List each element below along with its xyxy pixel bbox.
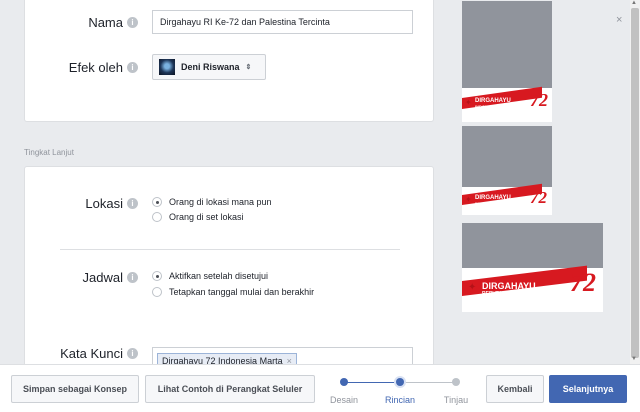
jadwal-label-row: Jadwal i [25, 269, 138, 285]
radio-button[interactable] [152, 212, 162, 222]
kata-kunci-label-row: Kata Kunci i [25, 345, 138, 361]
efek-oleh-selector[interactable]: Deni Riswana ⇕ [152, 54, 266, 80]
step-dot-tinjau[interactable] [452, 378, 460, 386]
info-icon[interactable]: i [127, 16, 138, 28]
efek-label-row: Efek oleh i [25, 54, 138, 80]
nama-label-row: Nama i [25, 10, 138, 34]
info-icon[interactable]: i [127, 271, 138, 283]
garuda-emblem-icon: ✦ [468, 282, 477, 293]
banner-country: INDONESIA [510, 289, 555, 298]
radio-button-checked[interactable] [152, 271, 162, 281]
lokasi-label-row: Lokasi i [25, 195, 138, 211]
advanced-settings-card: Lokasi i Orang di lokasi mana pun Orang … [24, 166, 434, 376]
profile-thumbnail [159, 59, 175, 75]
radio-button[interactable] [152, 287, 162, 297]
info-icon[interactable]: i [127, 347, 138, 359]
nama-label: Nama [88, 14, 123, 30]
efek-value: Deni Riswana [181, 62, 240, 72]
lokasi-option-label: Orang di lokasi mana pun [169, 197, 272, 207]
banner-number: 72 [530, 188, 547, 207]
frame-preview-square: ✦ DIRGAHAYU INDONESIA 72 [461, 125, 553, 216]
progress-steps: Desain Rincian Tinjau [330, 369, 480, 409]
frame-banner: ✦ DIRGAHAYU INDONESIA 72 [462, 86, 552, 122]
next-button[interactable]: Selanjutnya [549, 375, 627, 403]
kata-kunci-label: Kata Kunci [60, 345, 123, 361]
banner-country: INDONESIA [475, 104, 498, 109]
step-dot-desain[interactable] [340, 378, 348, 386]
step-label-tinjau[interactable]: Tinjau [436, 395, 476, 405]
step-dot-rincian[interactable] [396, 378, 404, 386]
divider [60, 249, 400, 250]
scrollbar-thumb[interactable] [631, 8, 639, 358]
garuda-emblem-icon: ✦ [465, 98, 472, 107]
jadwal-label: Jadwal [82, 269, 123, 285]
nama-input[interactable]: Dirgahayu RI Ke-72 dan Palestina Tercint… [152, 10, 413, 34]
sort-caret-icon: ⇕ [245, 64, 252, 71]
save-draft-button[interactable]: Simpan sebagai Konsep [11, 375, 139, 403]
frame-preview-portrait: ✦ DIRGAHAYU INDONESIA 72 [461, 0, 553, 123]
banner-country: INDONESIA [475, 201, 498, 206]
jadwal-option-label: Tetapkan tanggal mulai dan berakhir [169, 287, 315, 297]
jadwal-option-after-approval[interactable]: Aktifkan setelah disetujui [152, 271, 268, 281]
close-icon[interactable]: × [616, 14, 622, 26]
frame-preview-landscape: ✦ DIRGAHAYU REPUBLIK INDONESIA 72 [461, 222, 604, 313]
back-button[interactable]: Kembali [486, 375, 544, 403]
lokasi-label: Lokasi [85, 195, 123, 211]
section-title-tingkat-lanjut: Tingkat Lanjut [24, 148, 74, 157]
step-label-rincian[interactable]: Rincian [380, 395, 420, 405]
design-details-card: Nama i Dirgahayu RI Ke-72 dan Palestina … [24, 0, 434, 122]
info-icon[interactable]: i [127, 197, 138, 209]
lokasi-option-set[interactable]: Orang di set lokasi [152, 212, 244, 222]
footer-toolbar: Simpan sebagai Konsep Lihat Contoh di Pe… [0, 364, 640, 412]
banner-number: 72 [530, 90, 548, 110]
efek-label: Efek oleh [68, 59, 123, 75]
radio-button-checked[interactable] [152, 197, 162, 207]
scroll-up-arrow-icon[interactable]: ▲ [631, 0, 637, 6]
banner-subtitle: REPUBLIK [482, 291, 508, 297]
jadwal-option-label: Aktifkan setelah disetujui [169, 271, 269, 281]
frame-banner: ✦ DIRGAHAYU REPUBLIK INDONESIA 72 [462, 265, 603, 312]
info-icon[interactable]: i [127, 61, 138, 73]
scroll-down-arrow-icon[interactable]: ▼ [631, 356, 637, 362]
frame-banner: ✦ DIRGAHAYU INDONESIA 72 [462, 183, 552, 215]
garuda-emblem-icon: ✦ [465, 195, 472, 204]
jadwal-option-date-range[interactable]: Tetapkan tanggal mulai dan berakhir [152, 287, 314, 297]
lokasi-option-anywhere[interactable]: Orang di lokasi mana pun [152, 197, 272, 207]
step-connector-todo [400, 382, 456, 383]
step-label-desain[interactable]: Desain [324, 395, 364, 405]
lokasi-option-label: Orang di set lokasi [169, 212, 244, 222]
step-connector-done [344, 382, 400, 383]
banner-number: 72 [570, 268, 596, 297]
preview-mobile-button[interactable]: Lihat Contoh di Perangkat Seluler [145, 375, 315, 403]
